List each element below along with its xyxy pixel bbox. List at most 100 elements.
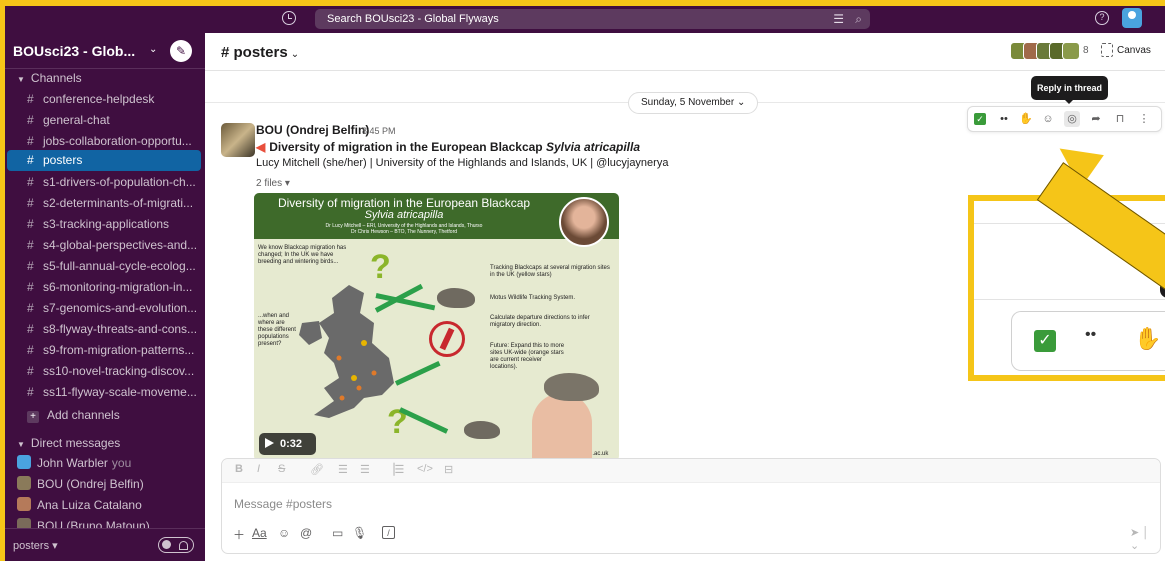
top-bar: Search BOUsci23 - Global Flyways ☰ ⌕ ? [5,6,1165,33]
sidebar-item-posters[interactable]: # posters [7,150,201,171]
link-icon[interactable]: 🔗︎ [310,463,324,476]
huddle-toggle[interactable] [158,537,194,553]
sidebar-item-s6[interactable]: # s6-monitoring-migration-in... [5,277,205,298]
hash-icon: # [27,92,34,106]
channel-title[interactable]: # posters ⌄ [221,44,299,61]
add-reaction-icon[interactable]: ☺ [1040,111,1056,127]
message-sender[interactable]: BOU (Ondrej Belfin) [256,123,369,137]
sidebar-item-s9[interactable]: # s9-from-migration-patterns... [5,340,205,361]
hash-icon: # [27,322,34,336]
microphone-icon[interactable]: 🎙︎ [352,526,367,540]
search-input[interactable]: Search BOUsci23 - Global Flyways ☰ ⌕ [315,9,870,29]
compass-graphic [429,321,465,357]
canvas-button[interactable]: Canvas [1117,45,1151,56]
strikethrough-icon[interactable]: S [278,463,285,475]
history-icon[interactable] [282,11,296,25]
sidebar-item-conference-helpdesk[interactable]: # conference-helpdesk [5,89,205,110]
sidebar-item-ss11[interactable]: # ss11-flyway-scale-moveme... [5,382,205,403]
workspace-header[interactable]: BOUsci23 - Glob... ⌄ ✎ [5,33,205,69]
more-icon[interactable]: ⋮ [1136,111,1152,127]
filter-icon[interactable]: ☰ [833,9,844,29]
dm-section-header[interactable]: ▼ Direct messages [5,434,205,453]
formatting-toggle[interactable]: Aa [252,526,267,540]
message-title: ◀ Diversity of migration in the European … [256,140,641,154]
sidebar-item-s8[interactable]: # s8-flyway-threats-and-cons... [5,319,205,340]
search-icon[interactable]: ⌕ [855,9,862,29]
formatting-toolbar: B I S 🔗︎ ☰ ☰ ▕☰ </> ⊟ [222,459,1160,483]
sidebar-item-s7[interactable]: # s7-genomics-and-evolution... [5,298,205,319]
channels-section-header[interactable]: ▼ Channels [5,69,205,88]
user-avatar[interactable] [1122,8,1142,28]
workspace-name[interactable]: BOUsci23 - Glob... [13,43,135,59]
dm-item-bou-ondrej[interactable]: BOU (Ondrej Belfin) [5,474,205,495]
reply-thread-icon[interactable]: ◎ [1064,111,1080,127]
avatar[interactable] [221,123,255,157]
message-input[interactable]: Message #posters [234,497,332,511]
message-composer: B I S 🔗︎ ☰ ☰ ▕☰ </> ⊟ Message #posters ＋… [221,458,1161,554]
day-divider[interactable]: Sunday, 5 November ⌄ [628,92,759,114]
message-body: Lucy Mitchell (she/her) | University of … [256,157,669,169]
files-toggle[interactable]: 2 files ▾ [256,178,290,189]
eyes-emoji-icon: •• [1085,326,1097,343]
sidebar-item-s5[interactable]: # s5-full-annual-cycle-ecolog... [5,256,205,277]
sidebar-item-s1[interactable]: # s1-drivers-of-population-ch... [5,172,205,193]
sidebar-item-s2[interactable]: # s2-determinants-of-migrati... [5,193,205,214]
hash-icon: # [27,301,34,315]
poster-video-attachment[interactable]: Diversity of migration in the European B… [254,193,619,461]
code-block-icon[interactable]: ⊟ [444,463,453,476]
poster-text: Future: Expand this to more sites UK-wid… [490,343,565,370]
hash-icon: # [27,217,34,231]
poster-text: We know Blackcap migration has changed; … [258,245,347,265]
send-button[interactable]: ➤ │ ⌄ [1130,526,1160,552]
play-icon [265,438,274,448]
forward-icon[interactable]: ➦ [1088,111,1104,127]
mention-icon[interactable]: @ [300,526,312,540]
plus-icon[interactable]: ＋ [233,526,245,543]
sidebar-item-ss10[interactable]: # ss10-novel-tracking-discov... [5,361,205,382]
hash-icon: # [27,238,34,252]
hash-icon: # [27,364,34,378]
raised-hands-emoji-icon[interactable]: ✋ [1018,111,1034,127]
bold-icon[interactable]: B [235,463,243,475]
hash-icon: # [27,385,34,399]
blackcap-bird-graphic [464,421,500,439]
video-icon[interactable]: ▭ [332,526,343,540]
shortcuts-icon[interactable]: / [382,526,395,539]
hash-icon: # [27,259,34,273]
member-count[interactable]: 8 [1083,45,1089,56]
sidebar-item-s3[interactable]: # s3-tracking-applications [5,214,205,235]
caret-down-icon: ▼ [17,440,25,449]
eyes-emoji-icon[interactable]: •• [996,111,1012,127]
sidebar-item-s4[interactable]: # s4-global-perspectives-and... [5,235,205,256]
sidebar-item-general-chat[interactable]: # general-chat [5,110,205,131]
blockquote-icon[interactable]: ▕☰ [386,463,404,476]
help-icon[interactable]: ? [1095,11,1109,25]
caret-down-icon: ▼ [17,75,25,84]
message-time[interactable]: 8:45 PM [362,126,396,136]
message-actions: ✓ •• ✋ ☺ ◎ ➦ ⊓ ⋮ [967,106,1162,132]
bookmark-icon[interactable]: ⊓ [1112,111,1128,127]
avatar [17,476,31,490]
author-photo [559,197,609,247]
play-button[interactable]: 0:32 [259,433,316,455]
chevron-down-icon[interactable]: ⌄ [149,44,157,55]
canvas-icon[interactable] [1101,43,1113,57]
huddle-channel-select[interactable]: posters ▾ [13,539,58,552]
ordered-list-icon[interactable]: ☰ [338,463,348,476]
emoji-icon[interactable]: ☺ [278,526,290,540]
hash-icon: # [27,343,34,357]
check-emoji-icon[interactable]: ✓ [974,113,986,125]
megaphone-icon: ◀ [256,140,266,154]
sidebar-item-jobs-collaboration[interactable]: # jobs-collaboration-opportu... [5,131,205,152]
dm-item-john-warbler[interactable]: John Warbler you [5,453,205,474]
dm-item-ana-luiza[interactable]: Ana Luiza Catalano [5,495,205,516]
code-icon[interactable]: </> [417,463,433,475]
bulleted-list-icon[interactable]: ☰ [360,463,370,476]
channel-header: # posters ⌄ 8 Canvas [205,33,1165,71]
compose-icon[interactable]: ✎ [170,40,192,62]
hand-graphic [532,393,592,461]
add-channels-button[interactable]: + Add channels [5,405,205,426]
dm-item-bou-bruno[interactable]: BOU (Bruno Matoun) [5,516,205,528]
italic-icon[interactable]: I [257,463,260,475]
member-avatars[interactable] [1010,42,1080,60]
